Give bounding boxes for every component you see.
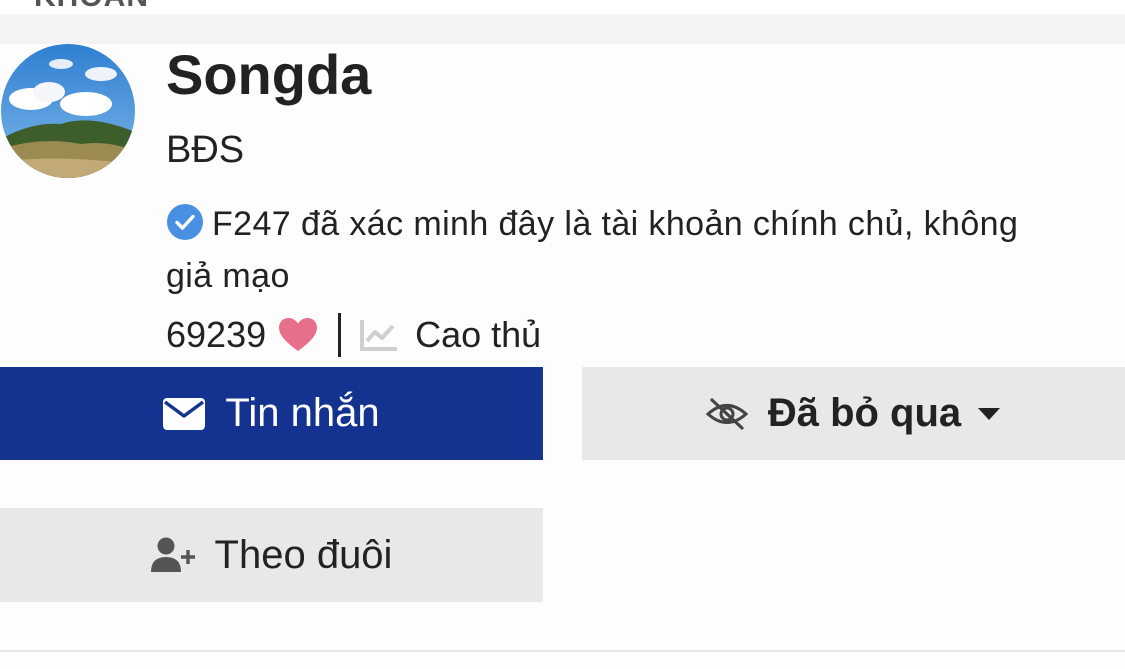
verification-text: F247 đã xác minh đây là tài khoản chính … [166, 205, 1019, 295]
ignored-button-label: Đã bỏ qua [767, 391, 962, 435]
user-plus-icon [150, 537, 195, 572]
avatar-image [1, 44, 135, 178]
top-header: KHOẢN [0, 0, 1125, 14]
profile-stats: 69239 Cao thủ [166, 310, 541, 360]
follow-button-label: Theo đuôi [214, 532, 393, 577]
rank-label: Cao thủ [415, 314, 542, 355]
envelope-icon [163, 397, 206, 430]
message-button[interactable]: Tin nhắn [0, 367, 543, 460]
profile-subtitle: BĐS [166, 129, 245, 171]
chart-line-icon [360, 320, 398, 351]
header-title: KHOẢN [34, 0, 149, 14]
caret-down-icon [978, 407, 1001, 420]
check-circle-icon [167, 204, 203, 240]
heart-icon [279, 318, 318, 351]
profile-page: KHOẢN Songda BĐS F247 đã xác [0, 0, 1125, 669]
avatar[interactable] [1, 44, 135, 178]
stats-divider [338, 313, 342, 357]
ignored-dropdown-button[interactable]: Đã bỏ qua [582, 367, 1125, 460]
verification-note: F247 đã xác minh đây là tài khoản chính … [166, 198, 1066, 302]
header-spacer [0, 14, 1125, 44]
profile-name: Songda [166, 43, 372, 106]
eye-slash-icon [705, 397, 748, 430]
follow-button[interactable]: Theo đuôi [0, 508, 543, 602]
likes-count: 69239 [166, 314, 267, 355]
section-divider [0, 650, 1125, 652]
message-button-label: Tin nhắn [225, 391, 380, 435]
